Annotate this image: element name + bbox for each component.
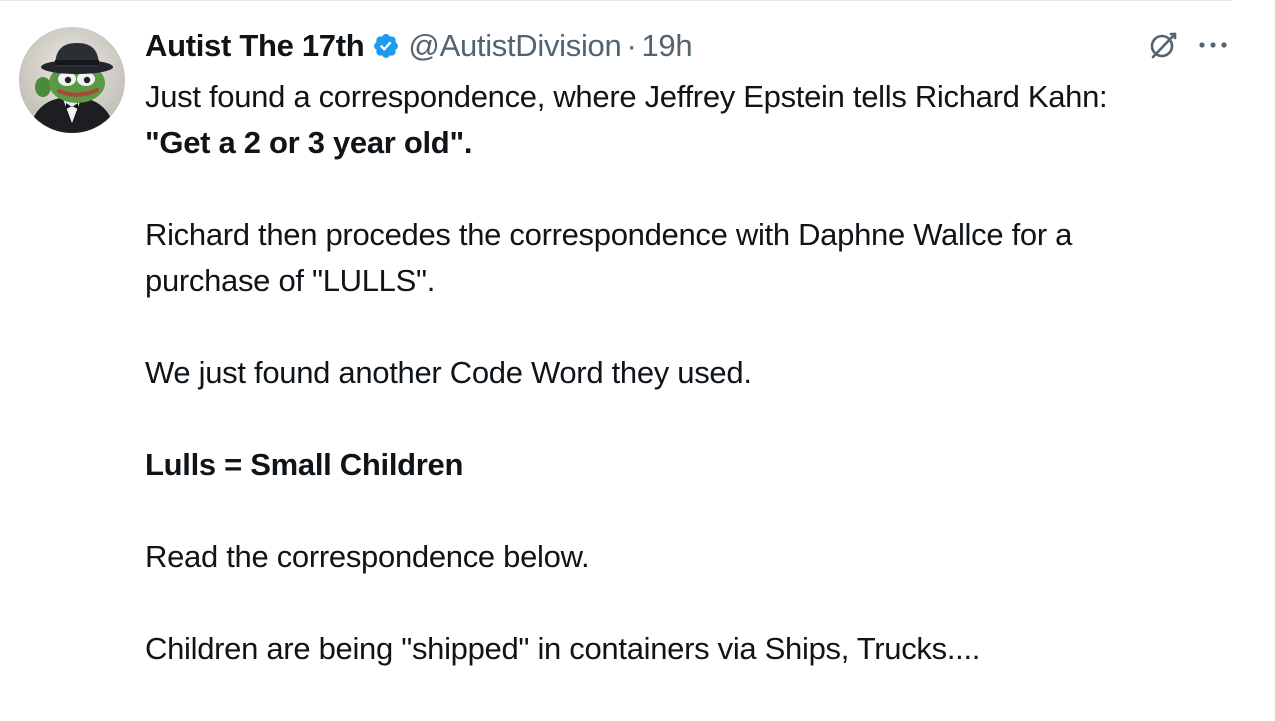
separator-dot: · bbox=[626, 28, 637, 63]
post: Autist The 17th @AutistDivision · 19h Ju… bbox=[0, 0, 1275, 721]
author-handle[interactable]: @AutistDivision bbox=[408, 28, 621, 64]
post-header: Autist The 17th @AutistDivision · 19h bbox=[145, 24, 693, 68]
post-line: Just found a correspondence, where Jeffr… bbox=[145, 79, 1108, 114]
avatar-image bbox=[19, 27, 125, 133]
post-body: Just found a correspondence, where Jeffr… bbox=[145, 74, 1245, 672]
display-name[interactable]: Autist The 17th bbox=[145, 28, 365, 64]
post-line-bold: "Get a 2 or 3 year old". bbox=[145, 125, 473, 160]
post-line: Richard then procedes the correspondence… bbox=[145, 217, 1073, 252]
post-timestamp[interactable]: 19h bbox=[641, 28, 692, 64]
post-line: Read the correspondence below. bbox=[145, 539, 590, 574]
more-options-icon[interactable] bbox=[1196, 38, 1230, 52]
avatar[interactable] bbox=[19, 27, 125, 133]
verified-badge-icon[interactable] bbox=[372, 32, 400, 60]
post-line: purchase of "LULLS". bbox=[145, 263, 436, 298]
post-line: We just found another Code Word they use… bbox=[145, 355, 752, 390]
grok-icon[interactable] bbox=[1148, 30, 1178, 60]
post-line-bold: Lulls = Small Children bbox=[145, 447, 464, 482]
post-line: Children are being "shipped" in containe… bbox=[145, 631, 981, 666]
